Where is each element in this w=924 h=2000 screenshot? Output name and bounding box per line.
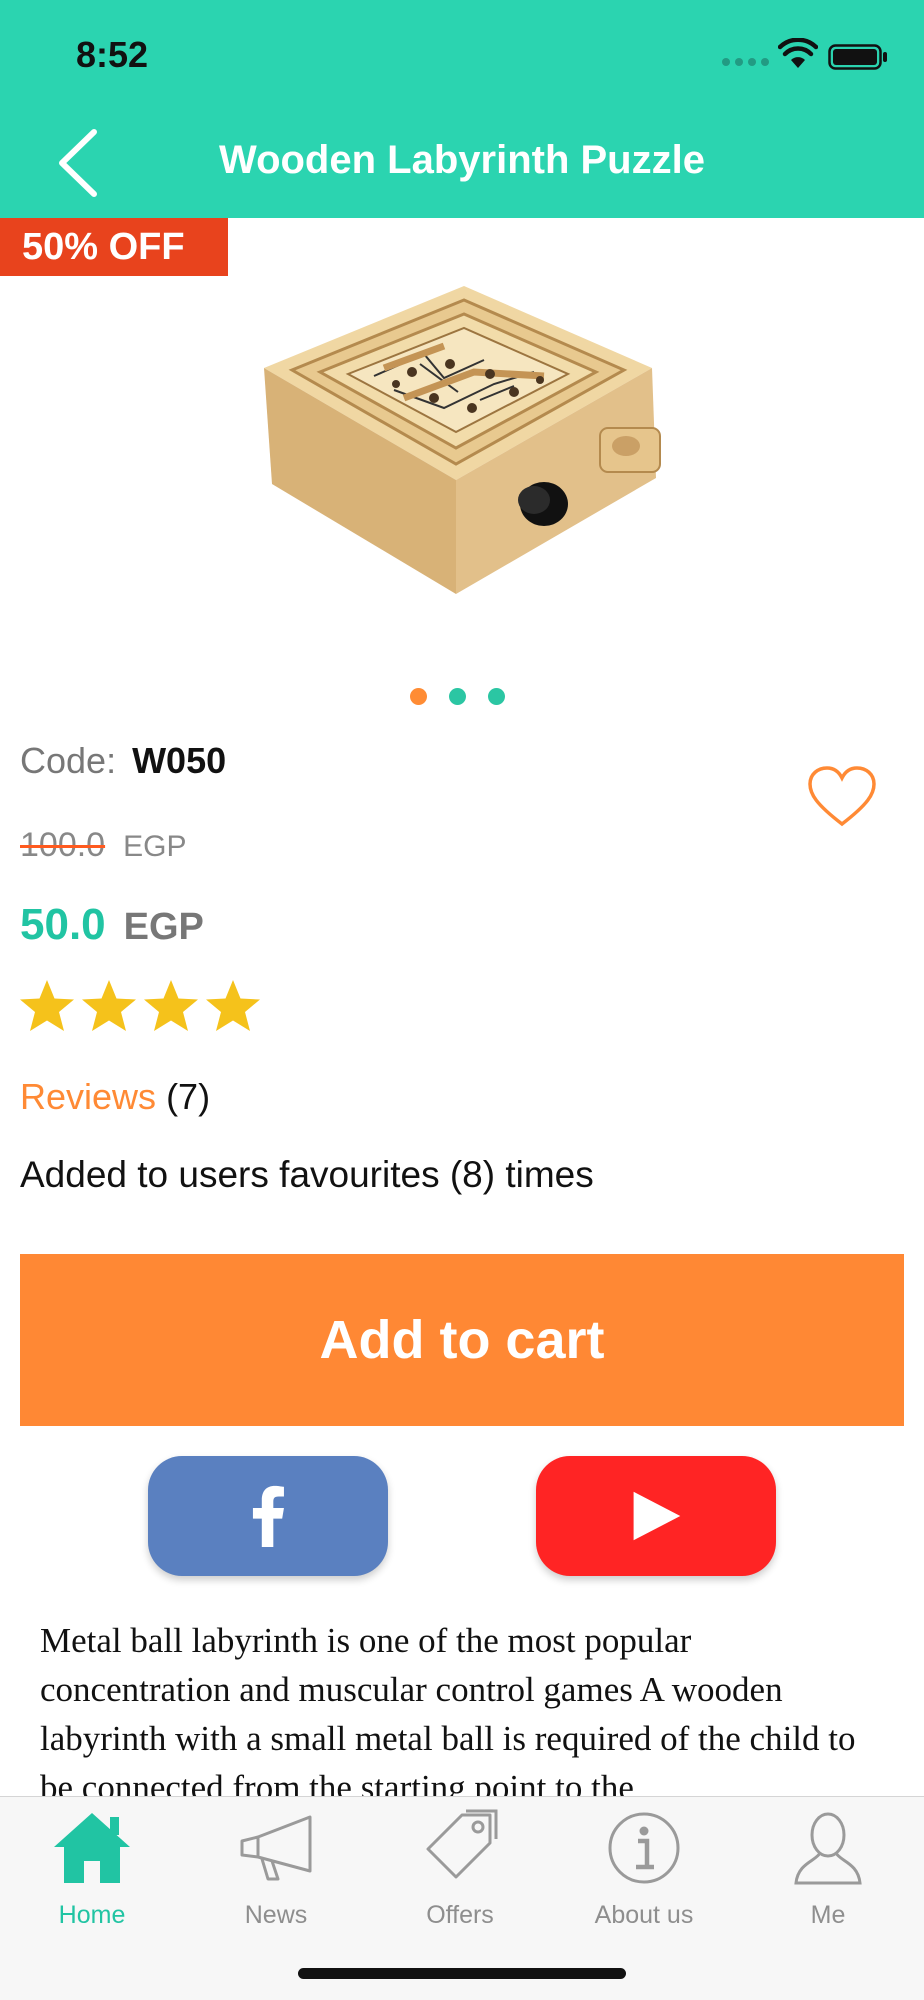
megaphone-icon: [240, 1815, 312, 1881]
battery-icon: [828, 44, 887, 70]
tab-label: About us: [594, 1901, 694, 1929]
product-code-label: Code:: [20, 740, 117, 781]
rating-stars: [18, 978, 262, 1036]
reviews-link[interactable]: Reviews: [20, 1076, 156, 1117]
favourite-heart-icon[interactable]: [806, 764, 878, 830]
discounted-price-currency: EGP: [123, 906, 204, 948]
favourites-count-text: Added to users favourites (8) times: [20, 1154, 594, 1195]
tab-me[interactable]: Me: [736, 1797, 920, 1929]
star-icon: [82, 980, 136, 1031]
tags-icon: [426, 1809, 498, 1879]
tab-label: Offers: [426, 1901, 494, 1929]
reviews-count: (7): [166, 1076, 211, 1117]
reviews-row: Reviews (7): [20, 1076, 210, 1118]
star-icon: [20, 980, 74, 1031]
tab-news[interactable]: News: [184, 1797, 368, 1929]
star-icon: [206, 980, 260, 1031]
youtube-play-icon: [633, 1491, 681, 1541]
facebook-icon: [252, 1485, 284, 1547]
youtube-button[interactable]: [536, 1456, 776, 1576]
tab-about-us[interactable]: About us: [552, 1797, 736, 1929]
discount-badge: 50% OFF: [0, 218, 228, 276]
original-price: 100.0 EGP: [20, 826, 186, 865]
user-icon: [794, 1812, 862, 1885]
cellular-signal-icon: [722, 58, 769, 66]
carousel-dot[interactable]: [410, 688, 427, 705]
tab-label: News: [244, 1901, 308, 1929]
home-icon: [54, 1813, 130, 1883]
home-indicator: [298, 1968, 626, 1979]
discounted-price: 50.0 EGP: [20, 900, 204, 950]
wifi-icon: [778, 38, 818, 68]
original-price-currency: EGP: [123, 830, 187, 863]
carousel-dot[interactable]: [488, 688, 505, 705]
tab-label: Home: [58, 1901, 126, 1929]
tab-home[interactable]: Home: [0, 1797, 184, 1929]
original-price-amount: 100.0: [20, 826, 106, 864]
carousel-dot[interactable]: [449, 688, 466, 705]
image-carousel-indicator: [410, 688, 505, 705]
info-icon: [608, 1812, 680, 1884]
star-icon: [144, 980, 198, 1031]
facebook-button[interactable]: [148, 1456, 388, 1576]
product-code-row: Code: W050: [20, 740, 226, 782]
add-to-cart-button[interactable]: Add to cart: [20, 1254, 904, 1426]
app-header: 8:52 Wooden Labyrinth Puzzle: [0, 0, 924, 218]
discounted-price-amount: 50.0: [20, 900, 106, 949]
page-title: Wooden Labyrinth Puzzle: [219, 138, 705, 182]
product-description: Metal ball labyrinth is one of the most …: [40, 1621, 856, 1798]
status-time: 8:52: [76, 34, 149, 75]
product-image[interactable]: [244, 268, 684, 648]
tab-offers[interactable]: Offers: [368, 1797, 552, 1929]
tab-label: Me: [810, 1901, 846, 1929]
product-code-value: W050: [132, 740, 227, 781]
